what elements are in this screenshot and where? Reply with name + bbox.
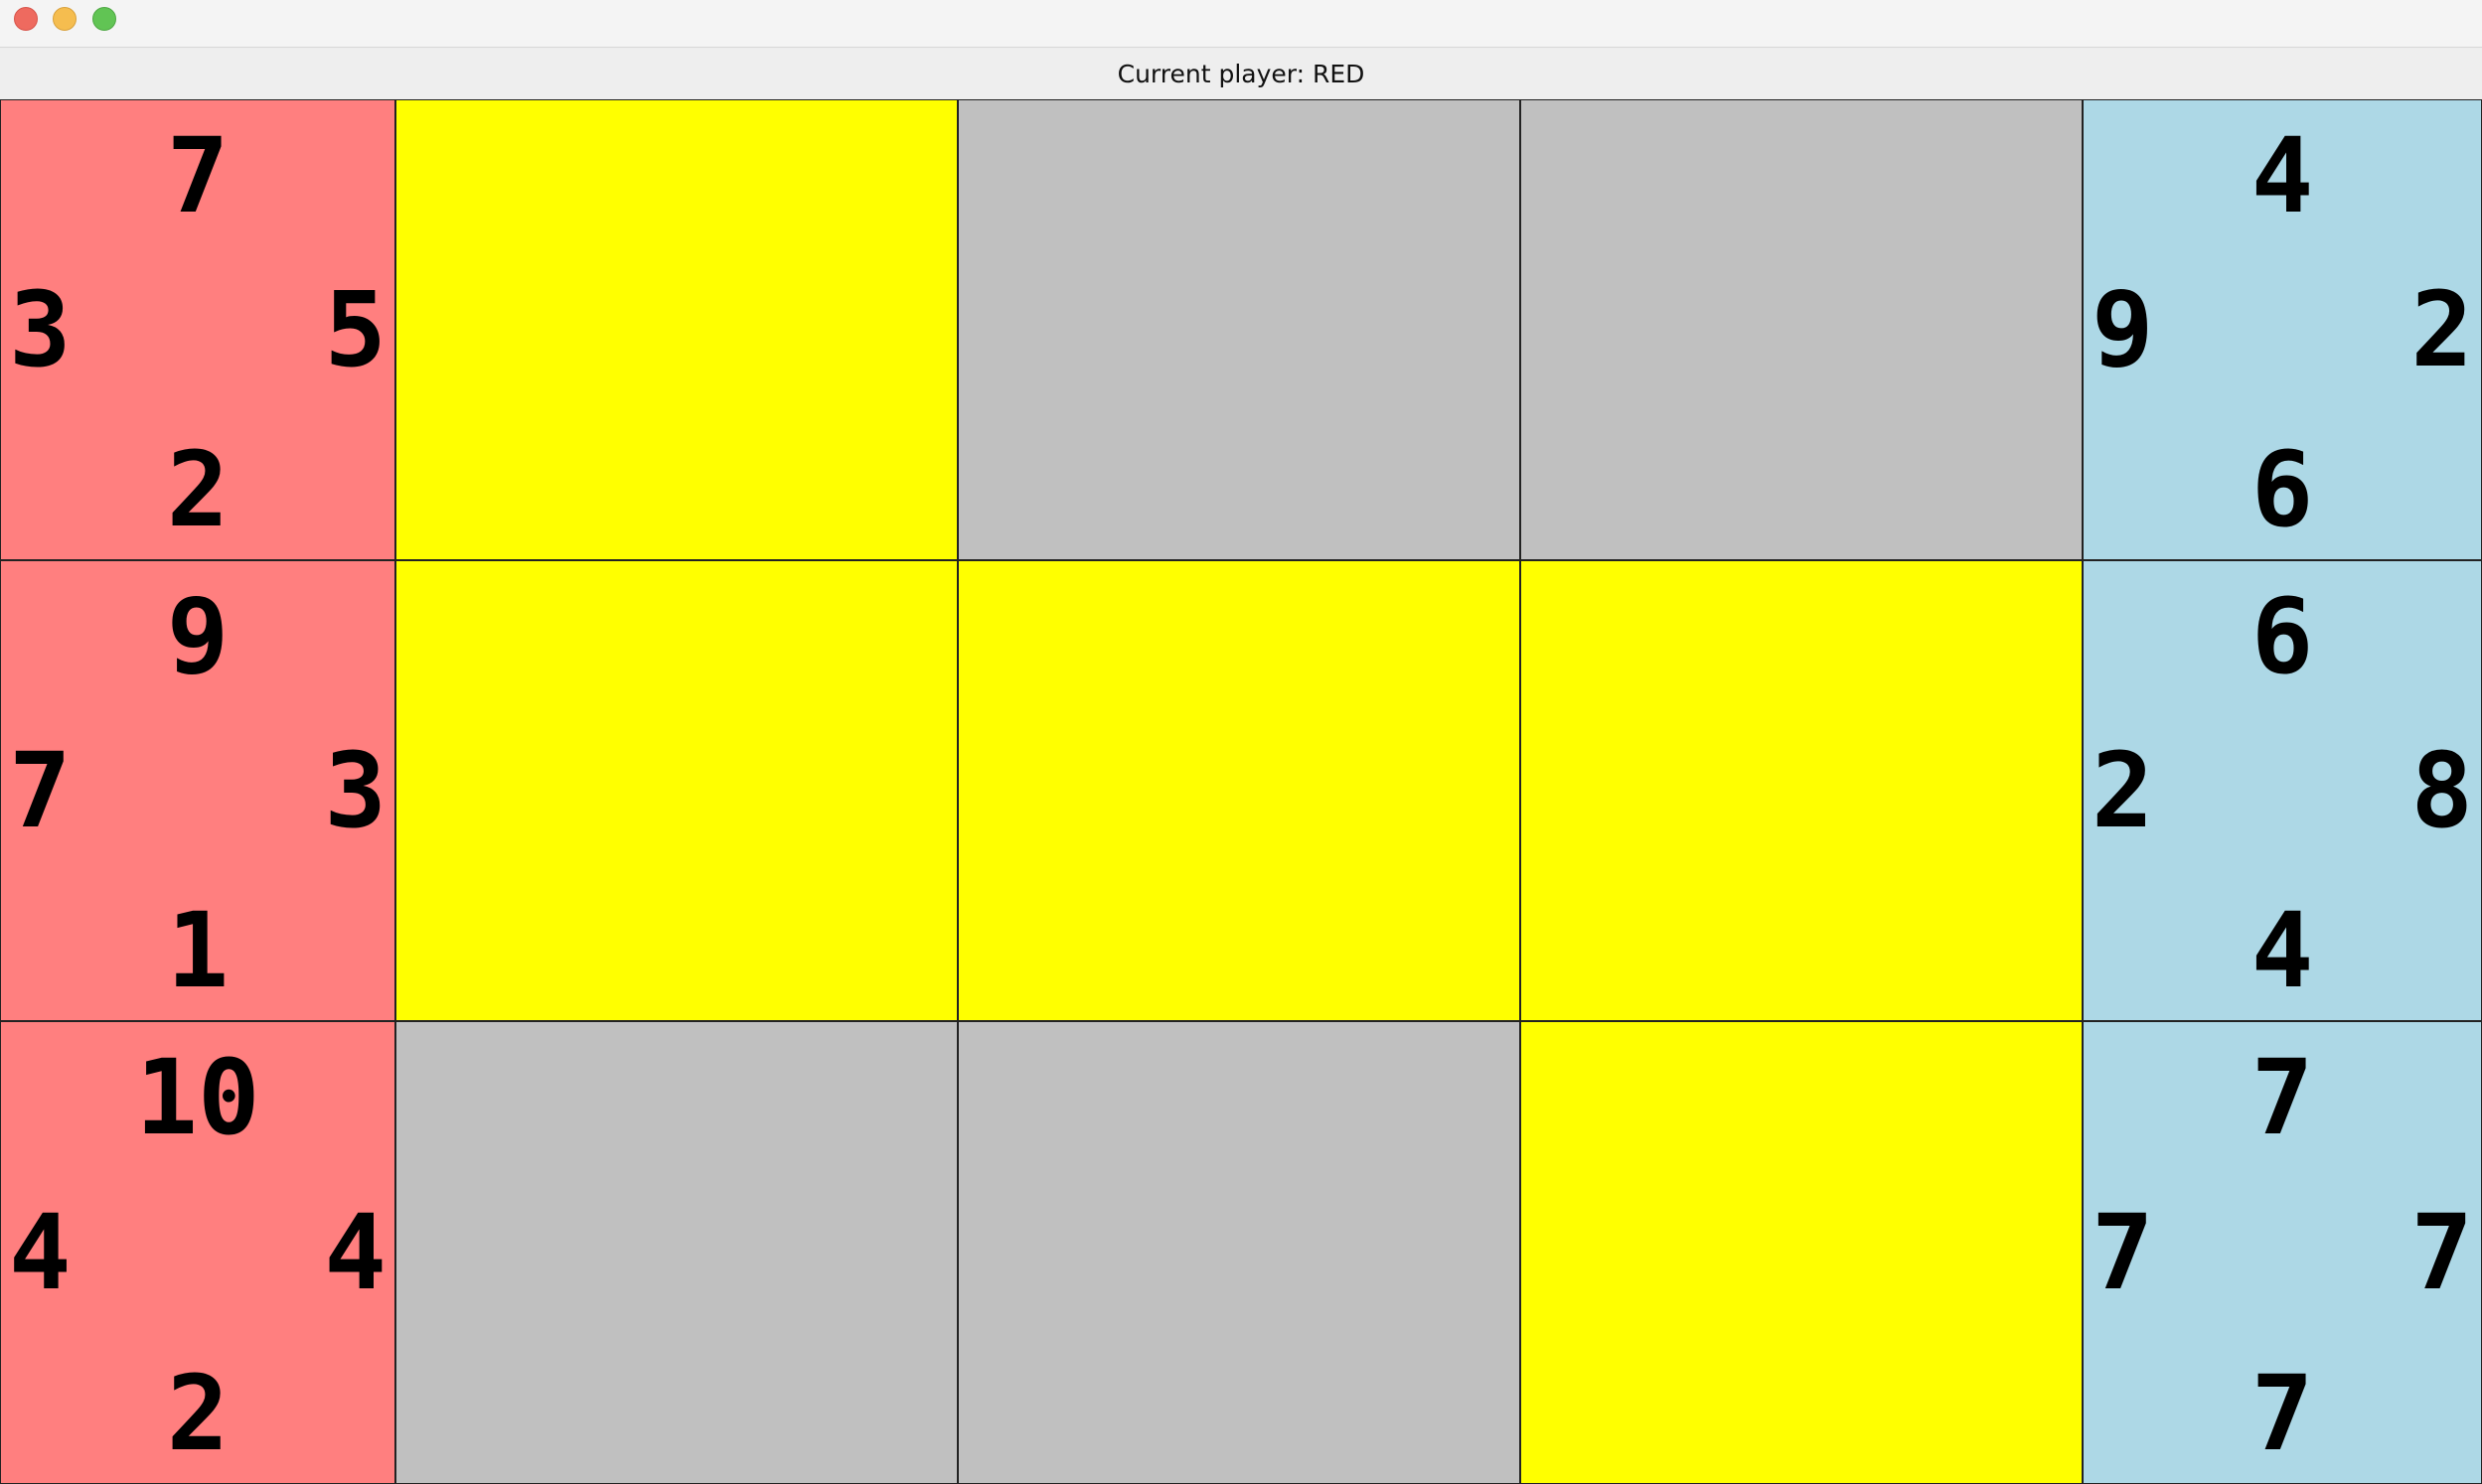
title-bar: [0, 0, 2482, 48]
card-value-right: 2: [2410, 269, 2473, 390]
card-value-top: 9: [166, 576, 230, 697]
red-hand-card[interactable]: 73 52: [0, 99, 395, 560]
board-cell-empty[interactable]: [1520, 99, 2083, 560]
card-value-right: 8: [2410, 730, 2473, 851]
card-value-left: 2: [2092, 730, 2154, 851]
blue-hand-card[interactable]: 49 26: [2083, 99, 2482, 560]
board-cell-empty[interactable]: [395, 1021, 958, 1484]
card-value-left: 9: [2092, 269, 2154, 390]
blue-hand-card[interactable]: 62 84: [2083, 560, 2482, 1021]
game-board: 7 3 5 2 4 9 2 6 9 7 3 1 6 2 8 4 10 4 4 2 7 7 7 7: [0, 99, 2482, 1484]
current-player-label: Current player: RED: [1117, 60, 1365, 88]
card-value-right: 7: [2410, 1192, 2473, 1313]
card-value-bottom: 4: [2250, 890, 2314, 1011]
board-cell-yellow[interactable]: [395, 560, 958, 1021]
blue-hand-card[interactable]: 7777: [2083, 1021, 2482, 1484]
card-value-bottom: 2: [166, 429, 230, 550]
red-hand-card[interactable]: 97 31: [0, 560, 395, 1021]
board-cell-empty[interactable]: [958, 99, 1520, 560]
card-value-top: 6: [2250, 576, 2314, 697]
card-value-top: 4: [2250, 115, 2314, 236]
card-value-top: 7: [2250, 1037, 2314, 1158]
minimize-window-button[interactable]: [53, 7, 77, 31]
card-value-bottom: 6: [2250, 429, 2314, 550]
game-window: Current player: RED 7 3 5 2 4 9 2 6 9 7 3 1 6 2 8 4 10 4 4…: [0, 0, 2482, 1484]
card-value-right: 4: [324, 1192, 387, 1313]
board-cell-empty[interactable]: [958, 1021, 1520, 1484]
card-value-right: 5: [324, 269, 387, 390]
maximize-window-button[interactable]: [92, 7, 116, 31]
card-value-bottom: 1: [166, 890, 230, 1011]
card-value-left: 3: [9, 269, 72, 390]
board-cell-yellow[interactable]: [395, 99, 958, 560]
board-cell-yellow[interactable]: [958, 560, 1520, 1021]
red-hand-card[interactable]: 10 4 4 2: [0, 1021, 395, 1484]
board-cell-yellow[interactable]: [1520, 1021, 2083, 1484]
board-cell-yellow[interactable]: [1520, 560, 2083, 1021]
card-value-bottom: 7: [2250, 1353, 2314, 1474]
card-value-left: 7: [9, 730, 72, 851]
close-window-button[interactable]: [14, 7, 38, 31]
card-value-top: 10: [135, 1037, 260, 1158]
card-value-bottom: 2: [166, 1353, 230, 1474]
card-value-left: 7: [2092, 1192, 2154, 1313]
card-value-left: 4: [9, 1192, 72, 1313]
card-value-right: 3: [324, 730, 387, 851]
card-value-top: 7: [166, 115, 230, 236]
status-bar: Current player: RED: [0, 49, 2482, 99]
